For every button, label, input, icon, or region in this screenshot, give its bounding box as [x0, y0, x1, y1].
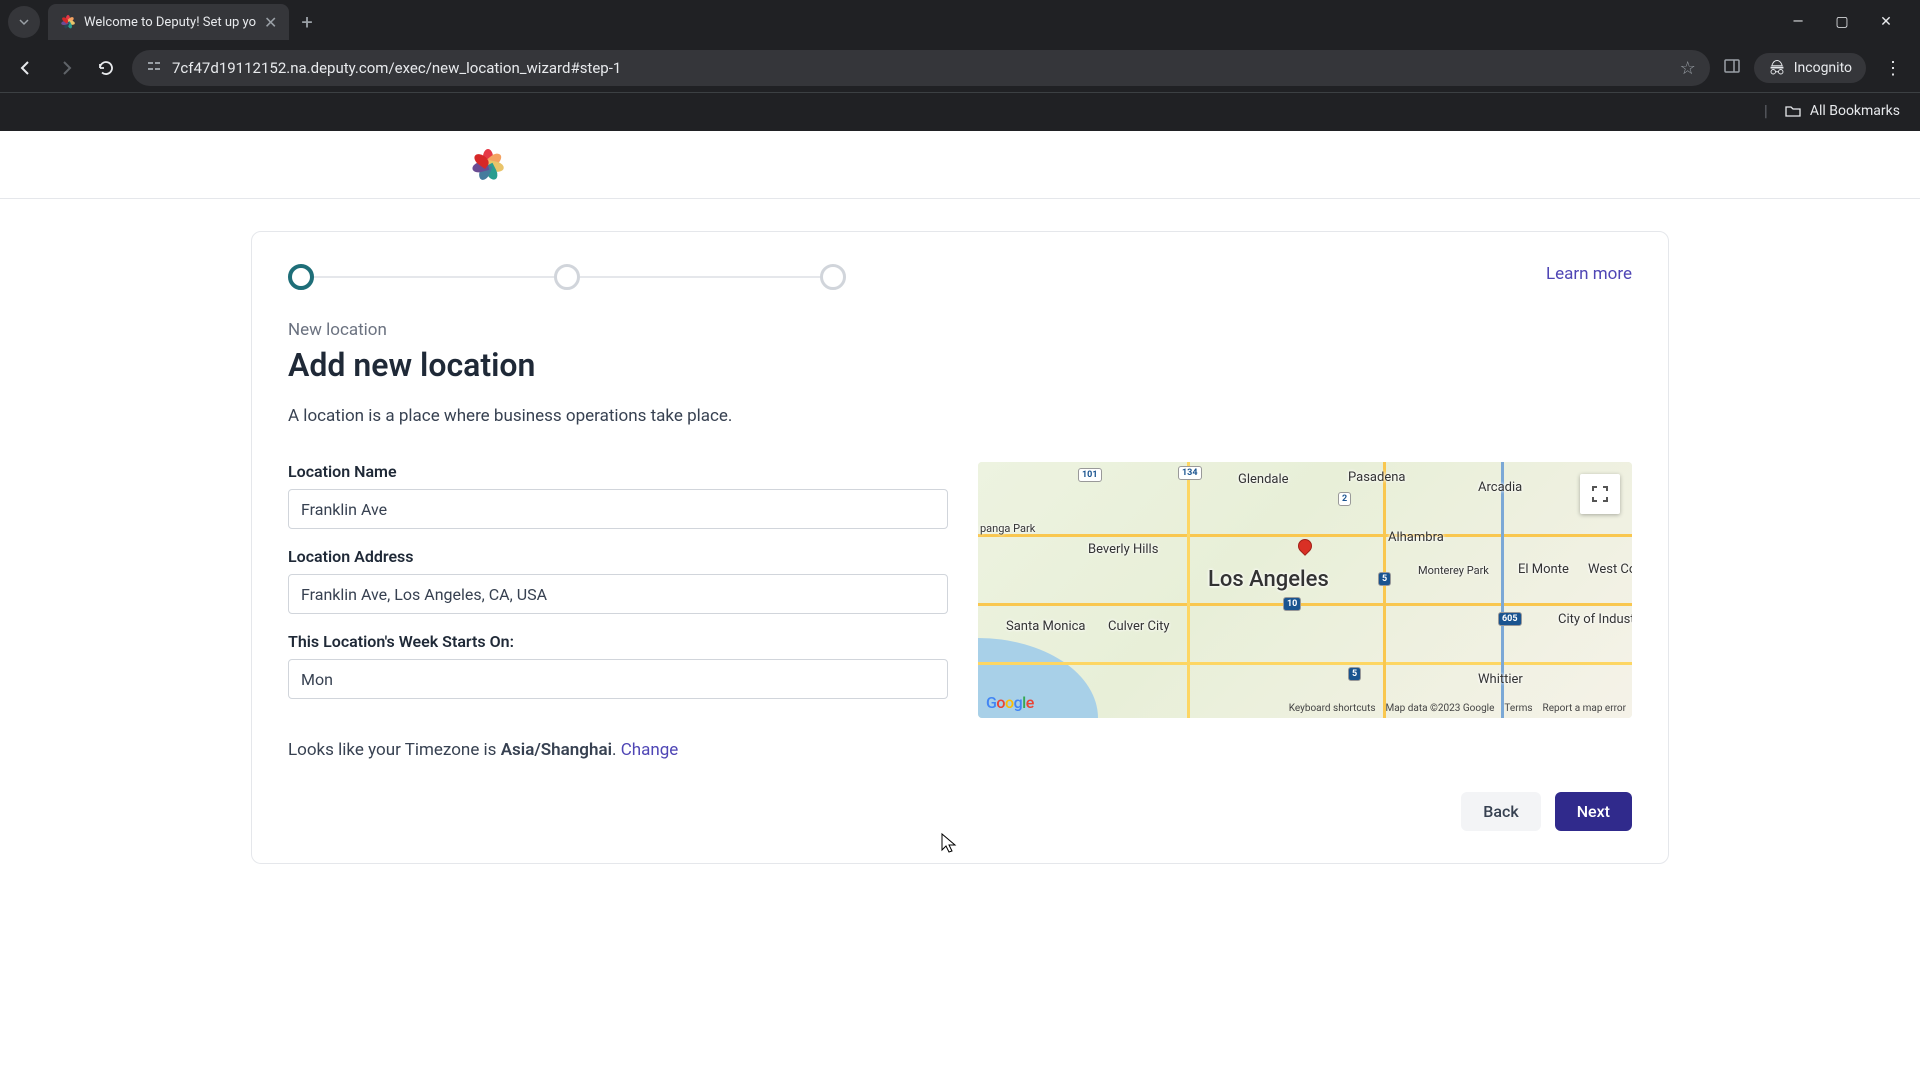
map-city-label: Alhambra [1388, 530, 1444, 545]
browser-menu-icon[interactable]: ⋮ [1878, 58, 1908, 79]
url-text: 7cf47d19112152.na.deputy.com/exec/new_lo… [172, 59, 621, 77]
timezone-message: Looks like your Timezone is Asia/Shangha… [288, 740, 1632, 760]
timezone-value: Asia/Shanghai [501, 740, 612, 760]
deputy-logo[interactable] [470, 147, 506, 183]
window-controls: — ▢ ✕ [1788, 14, 1912, 30]
browser-tab[interactable]: Welcome to Deputy! Set up yo ✕ [48, 4, 289, 40]
tab-title: Welcome to Deputy! Set up yo [84, 15, 256, 30]
browser-chrome: Welcome to Deputy! Set up yo ✕ + — ▢ ✕ 7… [0, 0, 1920, 131]
map-center-label: Los Angeles [1208, 567, 1329, 592]
nav-forward-icon[interactable] [52, 54, 80, 82]
window-close-icon[interactable]: ✕ [1876, 14, 1896, 30]
incognito-label: Incognito [1794, 60, 1852, 76]
mouse-cursor-icon [940, 832, 958, 859]
map-shield: 10 [1283, 597, 1301, 611]
map-city-label: El Monte [1518, 562, 1569, 577]
step-line [580, 276, 820, 278]
map-shield: 2 [1338, 492, 1351, 506]
incognito-badge[interactable]: Incognito [1754, 53, 1866, 83]
site-settings-icon[interactable] [146, 58, 162, 78]
map-city-label: Whittier [1478, 672, 1523, 687]
all-bookmarks-label: All Bookmarks [1810, 103, 1900, 119]
map-city-label: Culver City [1108, 619, 1170, 634]
map-report-link[interactable]: Report a map error [1543, 703, 1626, 714]
map-attribution: Map data ©2023 Google [1386, 703, 1495, 714]
map-google-logo: Google [986, 693, 1034, 712]
url-field[interactable]: 7cf47d19112152.na.deputy.com/exec/new_lo… [132, 50, 1710, 86]
map-city-label: Beverly Hills [1088, 542, 1158, 557]
map-fullscreen-button[interactable] [1580, 474, 1620, 514]
location-address-input[interactable] [288, 574, 948, 614]
map-city-label: City of Industry [1558, 612, 1632, 627]
timezone-prefix: Looks like your Timezone is [288, 740, 501, 760]
map-shield: 5 [1348, 667, 1361, 681]
map-footer: Keyboard shortcuts Map data ©2023 Google… [1289, 703, 1626, 714]
back-button[interactable]: Back [1461, 792, 1540, 831]
location-address-label: Location Address [288, 547, 948, 566]
map-shield: 134 [1178, 466, 1202, 480]
map-shield: 101 [1078, 468, 1102, 482]
tab-close-icon[interactable]: ✕ [264, 13, 277, 32]
wizard-card: Learn more New location Add new location… [251, 231, 1669, 864]
page-body: Learn more New location Add new location… [0, 131, 1920, 1080]
step-line [314, 276, 554, 278]
learn-more-link[interactable]: Learn more [1546, 264, 1632, 284]
page-description: A location is a place where business ope… [288, 406, 1632, 426]
folder-icon [1784, 102, 1802, 120]
page-title: Add new location [288, 346, 1632, 384]
map-city-label: Pasadena [1348, 470, 1405, 485]
map-city-label: Santa Monica [1006, 619, 1086, 634]
map-shield: 605 [1498, 612, 1522, 626]
stepper [288, 264, 846, 290]
tab-favicon [60, 14, 76, 30]
window-minimize-icon[interactable]: — [1788, 14, 1808, 30]
map-city-label: Arcadia [1478, 480, 1522, 495]
week-start-label: This Location's Week Starts On: [288, 632, 948, 651]
brand-header [0, 131, 1920, 199]
map-shield: 5 [1378, 572, 1391, 586]
nav-reload-icon[interactable] [92, 54, 120, 82]
bookmark-divider: | [1764, 101, 1768, 120]
bookmark-star-icon[interactable]: ☆ [1680, 58, 1696, 79]
map-city-label: Glendale [1238, 472, 1289, 487]
map-city-label: panga Park [980, 522, 1035, 535]
map-preview[interactable]: 101 134 2 5 10 605 5 Glendale Pasadena A… [978, 462, 1632, 718]
nav-back-icon[interactable] [12, 54, 40, 82]
eyebrow-text: New location [288, 320, 1632, 340]
map-terms-link[interactable]: Terms [1504, 703, 1532, 714]
incognito-icon [1768, 59, 1786, 77]
timezone-suffix: . [612, 740, 621, 760]
fullscreen-icon [1591, 485, 1609, 503]
address-bar: 7cf47d19112152.na.deputy.com/exec/new_lo… [0, 44, 1920, 92]
map-city-label: Monterey Park [1418, 564, 1489, 577]
new-tab-button[interactable]: + [289, 10, 324, 34]
week-start-select[interactable] [288, 659, 948, 699]
side-panel-icon[interactable] [1722, 56, 1742, 80]
location-name-input[interactable] [288, 489, 948, 529]
next-button[interactable]: Next [1555, 792, 1632, 831]
bookmark-bar: | All Bookmarks [0, 92, 1920, 128]
all-bookmarks-button[interactable]: All Bookmarks [1784, 102, 1900, 120]
step-3-indicator [820, 264, 846, 290]
step-2-indicator [554, 264, 580, 290]
location-name-label: Location Name [288, 462, 948, 481]
tab-bar: Welcome to Deputy! Set up yo ✕ + — ▢ ✕ [0, 0, 1920, 44]
timezone-change-link[interactable]: Change [621, 740, 679, 760]
tab-search-dropdown[interactable] [8, 6, 40, 38]
window-maximize-icon[interactable]: ▢ [1832, 14, 1852, 30]
map-city-label: West Co [1588, 562, 1632, 577]
step-1-indicator [288, 264, 314, 290]
map-keyboard-shortcuts[interactable]: Keyboard shortcuts [1289, 703, 1376, 714]
